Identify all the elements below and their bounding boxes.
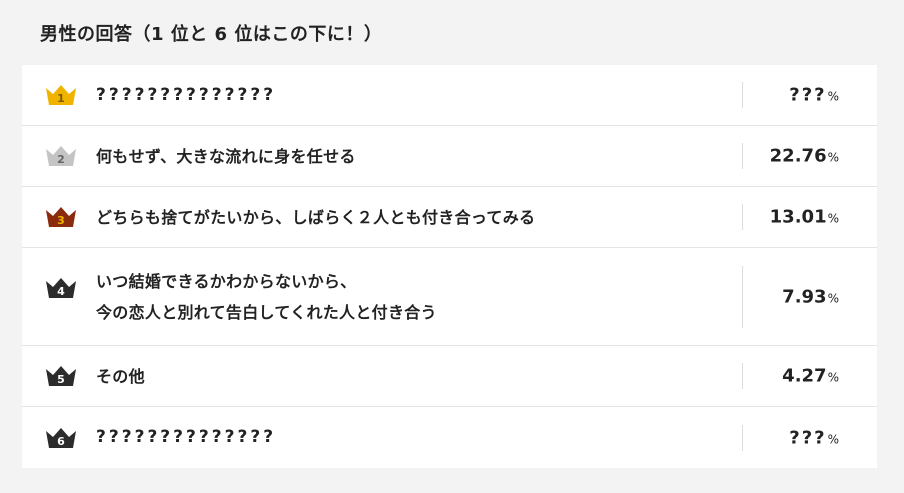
answer-text: ?????????????? <box>96 84 277 105</box>
percent-unit: % <box>827 291 839 305</box>
answer-line-1: いつ結婚できるかわからないから、 <box>96 272 357 291</box>
percentage-value: ??? <box>789 427 827 448</box>
rank-number: 5 <box>57 373 65 386</box>
column-divider <box>742 363 743 389</box>
column-divider <box>742 204 743 230</box>
ranking-row-4: 4 いつ結婚できるかわからないから、 今の恋人と別れて告白してくれた人と付き合う… <box>22 248 877 346</box>
percentage-value: 7.93 <box>782 286 827 307</box>
ranking-row-5: 5 その他 4.27% <box>22 346 877 407</box>
rank-number: 6 <box>57 435 65 448</box>
percentage: 7.93% <box>782 286 839 307</box>
answer-text: ?????????????? <box>96 427 277 447</box>
answer-line-2: 今の恋人と別れて告白してくれた人と付き合う <box>96 303 437 322</box>
percent-unit: % <box>827 432 839 446</box>
percentage: 4.27% <box>782 366 839 387</box>
percentage: 13.01% <box>770 207 839 228</box>
percentage-value: 13.01 <box>769 206 827 228</box>
ranking-row-2: 2 何もせず、大きな流れに身を任せる 22.76% <box>22 126 877 187</box>
ranking-table: 1 ?????????????? ???% 2 何もせず、大きな流れに身を任せる… <box>22 65 877 468</box>
rank-number: 2 <box>57 153 65 166</box>
answer-text: いつ結婚できるかわからないから、 今の恋人と別れて告白してくれた人と付き合う <box>96 266 727 328</box>
silver-crown-icon: 2 <box>46 146 76 166</box>
column-divider <box>742 424 743 451</box>
ranking-row-3: 3 どちらも捨てがたいから、しばらく２人とも付き合ってみる 13.01% <box>22 187 877 248</box>
answer-text: どちらも捨てがたいから、しばらく２人とも付き合ってみる <box>96 207 536 227</box>
percent-unit: % <box>827 150 839 165</box>
percentage-value: 4.27 <box>782 365 827 387</box>
bronze-crown-icon: 3 <box>46 207 76 227</box>
percent-unit: % <box>827 89 839 104</box>
percentage-value: 22.76 <box>769 145 827 167</box>
section-heading: 男性の回答（1 位と 6 位はこの下に！） <box>40 24 383 45</box>
column-divider <box>742 82 743 108</box>
rank-number: 3 <box>57 214 65 227</box>
percentage: ???% <box>789 85 839 106</box>
percentage-value: ??? <box>789 84 827 106</box>
ranking-row-1: 1 ?????????????? ???% <box>22 65 877 126</box>
column-divider <box>742 143 743 169</box>
rank-number: 1 <box>57 92 65 105</box>
answer-text: 何もせず、大きな流れに身を任せる <box>96 146 356 166</box>
dark-crown-icon: 5 <box>46 366 76 386</box>
gold-crown-icon: 1 <box>46 85 76 105</box>
percentage: ???% <box>789 427 839 448</box>
percent-unit: % <box>827 211 839 226</box>
ranking-row-6: 6 ?????????????? ???% <box>22 407 877 468</box>
column-divider <box>742 265 743 328</box>
dark-crown-icon: 4 <box>46 278 76 298</box>
rank-number: 4 <box>57 285 65 298</box>
percent-unit: % <box>827 370 839 385</box>
dark-crown-icon: 6 <box>46 427 76 448</box>
answer-text: その他 <box>96 366 145 386</box>
percentage: 22.76% <box>770 146 839 167</box>
